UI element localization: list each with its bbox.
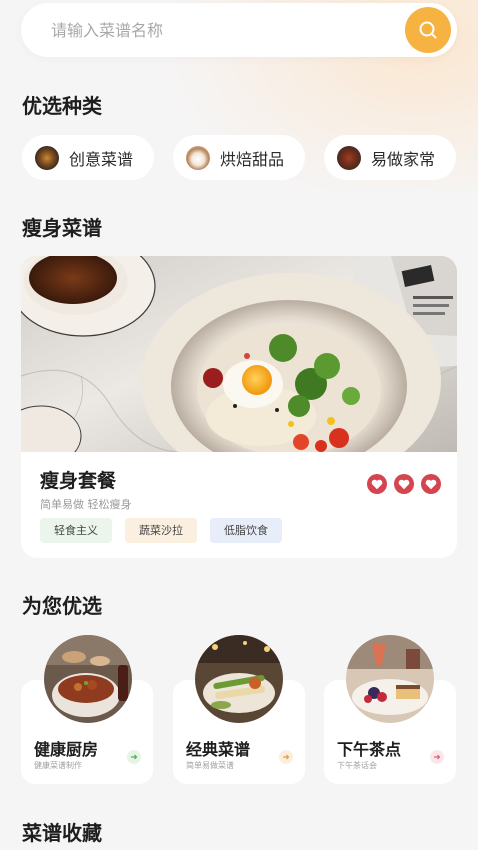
tag-low-fat[interactable]: 低脂饮食 [210, 518, 282, 543]
feature-subtitle: 简单易做 轻松瘦身 [40, 498, 132, 511]
search-icon [419, 21, 437, 39]
recommend-arrow-button[interactable] [430, 750, 444, 764]
favorite-heart-button[interactable] [421, 474, 441, 494]
arrow-right-icon [283, 754, 290, 760]
heart-icon [371, 479, 383, 489]
favorite-heart-button[interactable] [394, 474, 414, 494]
feature-title: 瘦身套餐 [40, 470, 117, 492]
category-label: 易做家常 [371, 149, 436, 169]
heart-icon [425, 479, 437, 489]
favorite-heart-button[interactable] [367, 474, 387, 494]
tag-vegetable-salad[interactable]: 蔬菜沙拉 [125, 518, 197, 543]
arrow-right-icon [434, 754, 441, 760]
category-creative[interactable]: 创意菜谱 [22, 135, 154, 180]
healthy-kitchen-photo [44, 635, 132, 723]
arrow-right-icon [131, 754, 138, 760]
afternoon-tea-photo [346, 635, 434, 723]
recommend-section-title: 为您优选 [22, 594, 102, 618]
homestyle-dish-thumbnail [337, 145, 361, 170]
heart-icon [398, 479, 410, 489]
tag-light-food[interactable]: 轻食主义 [40, 518, 112, 543]
recommend-subtitle: 下午茶话会 [337, 761, 377, 770]
category-baking[interactable]: 烘焙甜品 [173, 135, 305, 180]
recommend-title: 健康厨房 [34, 740, 99, 759]
recommend-subtitle: 简单易做菜谱 [186, 761, 234, 770]
search-button[interactable] [405, 7, 451, 53]
recommend-arrow-button[interactable] [279, 750, 293, 764]
classic-recipe-photo [195, 635, 283, 723]
recommend-arrow-button[interactable] [127, 750, 141, 764]
creative-dish-thumbnail [35, 145, 59, 170]
recommend-title: 下午茶点 [337, 740, 402, 759]
healthy-bowl-photo [21, 256, 457, 452]
categories-section-title: 优选种类 [22, 94, 102, 118]
category-label: 烘焙甜品 [220, 149, 285, 169]
search-bar [21, 3, 457, 57]
category-homestyle[interactable]: 易做家常 [324, 135, 456, 180]
slim-section-title: 瘦身菜谱 [22, 216, 102, 240]
slim-feature-card[interactable]: 瘦身套餐 简单易做 轻松瘦身 轻食主义 蔬菜沙拉 低脂饮食 [21, 256, 457, 558]
search-input[interactable] [51, 3, 391, 57]
recommend-subtitle: 健康菜谱制作 [34, 761, 82, 770]
recommend-title: 经典菜谱 [186, 740, 251, 759]
category-label: 创意菜谱 [69, 149, 134, 169]
favorites-section-title: 菜谱收藏 [22, 821, 102, 845]
baking-dessert-thumbnail [186, 145, 210, 170]
